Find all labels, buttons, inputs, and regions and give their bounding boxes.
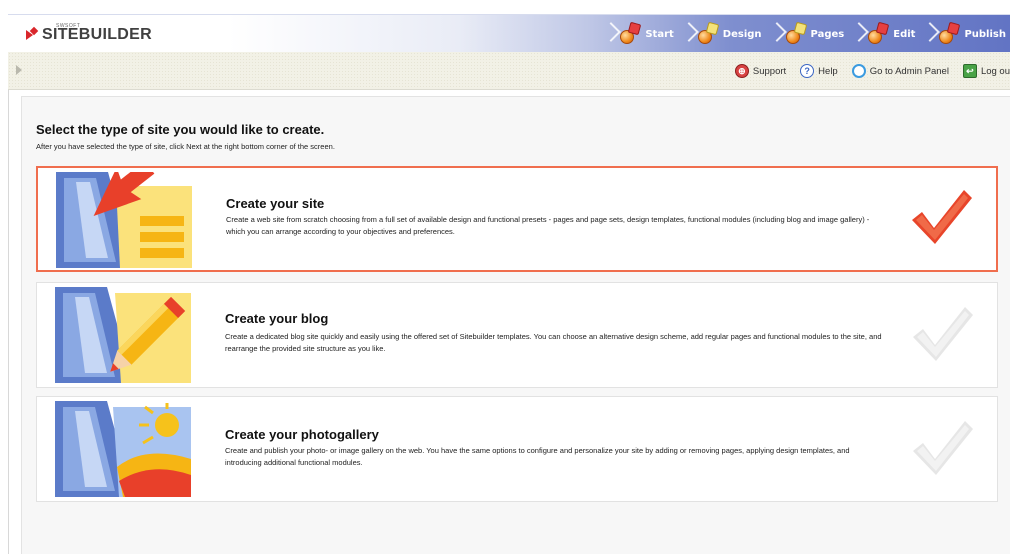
wizard-step-start[interactable]: Start bbox=[600, 15, 677, 53]
start-icon bbox=[618, 21, 642, 45]
wizard-step-label: Edit bbox=[893, 28, 916, 40]
app-header: SWSOFT SITEBUILDER Start Design Pages Ed… bbox=[8, 14, 1010, 52]
support-label: Support bbox=[752, 65, 787, 77]
wizard-step-label: Design bbox=[722, 28, 762, 40]
support-link[interactable]: ⊕ Support bbox=[734, 64, 787, 78]
option-title: Create your site bbox=[226, 196, 325, 211]
option-create-photogallery[interactable]: Create your photogallery Create and publ… bbox=[36, 396, 998, 502]
expand-arrow-icon[interactable] bbox=[16, 65, 22, 75]
wizard-step-publish[interactable]: Publish bbox=[919, 15, 1010, 53]
help-label: Help bbox=[818, 65, 838, 77]
wizard-steps: Start Design Pages Edit Publish bbox=[600, 15, 1010, 53]
toolbar-links: ⊕ Support ? Help Go to Admin Panel ↩ Log… bbox=[721, 52, 1010, 90]
option-description: Create a web site from scratch choosing … bbox=[226, 215, 870, 236]
admin-panel-icon bbox=[851, 64, 866, 78]
admin-panel-label: Go to Admin Panel bbox=[869, 65, 949, 77]
wizard-step-edit[interactable]: Edit bbox=[848, 15, 919, 53]
sitebuilder-logo: SWSOFT SITEBUILDER bbox=[26, 23, 152, 45]
option-create-blog[interactable]: Create your blog Create a dedicated blog… bbox=[36, 282, 998, 388]
page-subtitle: After you have selected the type of site… bbox=[36, 142, 335, 151]
logo-small-text: SWSOFT bbox=[56, 23, 81, 29]
chevron-right-icon bbox=[602, 19, 616, 49]
option-description: Create a dedicated blog site quickly and… bbox=[225, 332, 882, 353]
page-title: Select the type of site you would like t… bbox=[36, 122, 325, 137]
edit-icon bbox=[866, 21, 890, 45]
wizard-step-label: Start bbox=[645, 28, 674, 40]
wizard-step-design[interactable]: Design bbox=[678, 15, 766, 53]
wizard-step-label: Pages bbox=[810, 28, 845, 40]
checkmark-selected-icon bbox=[912, 190, 972, 244]
chevron-right-icon bbox=[921, 19, 935, 49]
logout-link[interactable]: ↩ Log ou bbox=[962, 64, 1010, 78]
chevron-right-icon bbox=[680, 19, 694, 49]
option-title: Create your photogallery bbox=[225, 427, 379, 442]
option-description: Create and publish your photo- or image … bbox=[225, 446, 850, 467]
chevron-right-icon bbox=[768, 19, 782, 49]
checkmark-inactive-icon bbox=[913, 307, 973, 361]
logo-mark-icon bbox=[26, 28, 38, 42]
create-site-icon bbox=[56, 172, 192, 268]
create-photogallery-icon bbox=[55, 401, 191, 497]
option-title: Create your blog bbox=[225, 311, 329, 326]
publish-icon bbox=[937, 21, 961, 45]
logout-label: Log ou bbox=[980, 65, 1010, 77]
create-blog-icon bbox=[55, 287, 191, 383]
top-toolbar: ⊕ Support ? Help Go to Admin Panel ↩ Log… bbox=[8, 52, 1010, 90]
admin-panel-link[interactable]: Go to Admin Panel bbox=[851, 64, 949, 78]
lifebuoy-icon: ⊕ bbox=[734, 64, 749, 78]
chevron-right-icon bbox=[850, 19, 864, 49]
wizard-step-pages[interactable]: Pages bbox=[766, 15, 849, 53]
help-icon: ? bbox=[800, 64, 815, 78]
wizard-step-label: Publish bbox=[964, 28, 1006, 40]
option-create-site[interactable]: Create your site Create a web site from … bbox=[36, 166, 998, 272]
design-icon bbox=[696, 21, 720, 45]
logout-icon: ↩ bbox=[962, 64, 977, 78]
checkmark-inactive-icon bbox=[913, 421, 973, 475]
help-link[interactable]: ? Help bbox=[800, 64, 838, 78]
pages-icon bbox=[784, 21, 808, 45]
